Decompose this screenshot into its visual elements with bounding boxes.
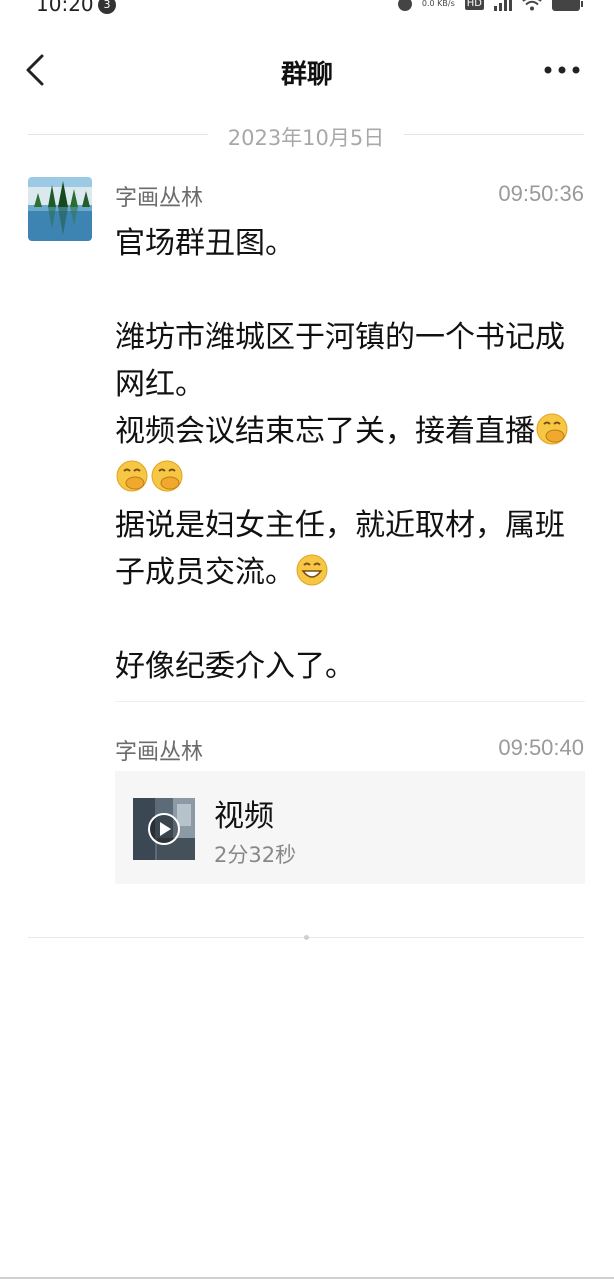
message-line: 官场群丑图。: [115, 226, 295, 261]
video-message-card[interactable]: 视频 2分32秒: [115, 771, 585, 884]
status-time: 10:20: [36, 0, 94, 16]
app-indicator-icon: [397, 0, 412, 11]
message-text: 官场群丑图。 潍坊市潍城区于河镇的一个书记成网红。 视频会议结束忘了关，接着直播…: [115, 220, 575, 690]
message-time: 09:50:36: [498, 181, 584, 206]
hand-over-mouth-emoji: [151, 460, 183, 492]
message-line: 好像纪委介入了。: [115, 649, 355, 684]
message-line-text: 视频会议结束忘了关，接着直播: [115, 414, 535, 449]
message-blank-line: [115, 267, 575, 314]
video-thumbnail[interactable]: [133, 798, 195, 860]
hand-over-mouth-emoji: [536, 413, 568, 445]
network-speed: 0.0 KB/s: [421, 0, 455, 8]
message-line: 视频会议结束忘了关，接着直播: [115, 408, 575, 502]
notification-count-badge: 3: [98, 0, 116, 14]
message-time: 09:50:40: [498, 735, 584, 760]
hd-badge: HD: [464, 0, 484, 10]
message-line: 潍坊市潍城区于河镇的一个书记成网红。: [115, 320, 565, 402]
sender-name[interactable]: 字画丛林: [115, 734, 203, 766]
more-horizontal-icon[interactable]: [542, 58, 582, 82]
status-bar: 10:20 3 0.0 KB/s HD: [0, 0, 614, 18]
avatar-landscape-image: [28, 177, 92, 241]
avatar[interactable]: [28, 177, 92, 241]
message-line-text: 据说是妇女主任，就近取材，属班子成员交流。: [115, 508, 565, 590]
battery-icon: [552, 0, 583, 11]
chat-end-dot: [304, 935, 309, 940]
video-title: 视频: [214, 799, 274, 834]
date-label: 2023年10月5日: [227, 126, 385, 150]
sender-name[interactable]: 字画丛林: [115, 180, 203, 212]
cellular-signal-icon: [494, 0, 512, 11]
status-icons: 0.0 KB/s HD: [397, 0, 583, 12]
message-separator: [115, 701, 585, 702]
message-blank-line: [115, 596, 575, 643]
play-icon[interactable]: [147, 812, 181, 846]
divider-line: [404, 134, 584, 135]
nav-bar: 群聊: [0, 40, 614, 100]
video-duration: 2分32秒: [214, 843, 297, 867]
wifi-icon: [522, 0, 542, 11]
hand-over-mouth-emoji: [116, 460, 148, 492]
bottom-edge-line: [0, 1277, 614, 1279]
page-title: 群聊: [280, 60, 333, 90]
message-line: 据说是妇女主任，就近取材，属班子成员交流。: [115, 502, 575, 596]
date-divider: 2023年10月5日: [28, 118, 584, 152]
grinning-emoji: [296, 554, 328, 586]
